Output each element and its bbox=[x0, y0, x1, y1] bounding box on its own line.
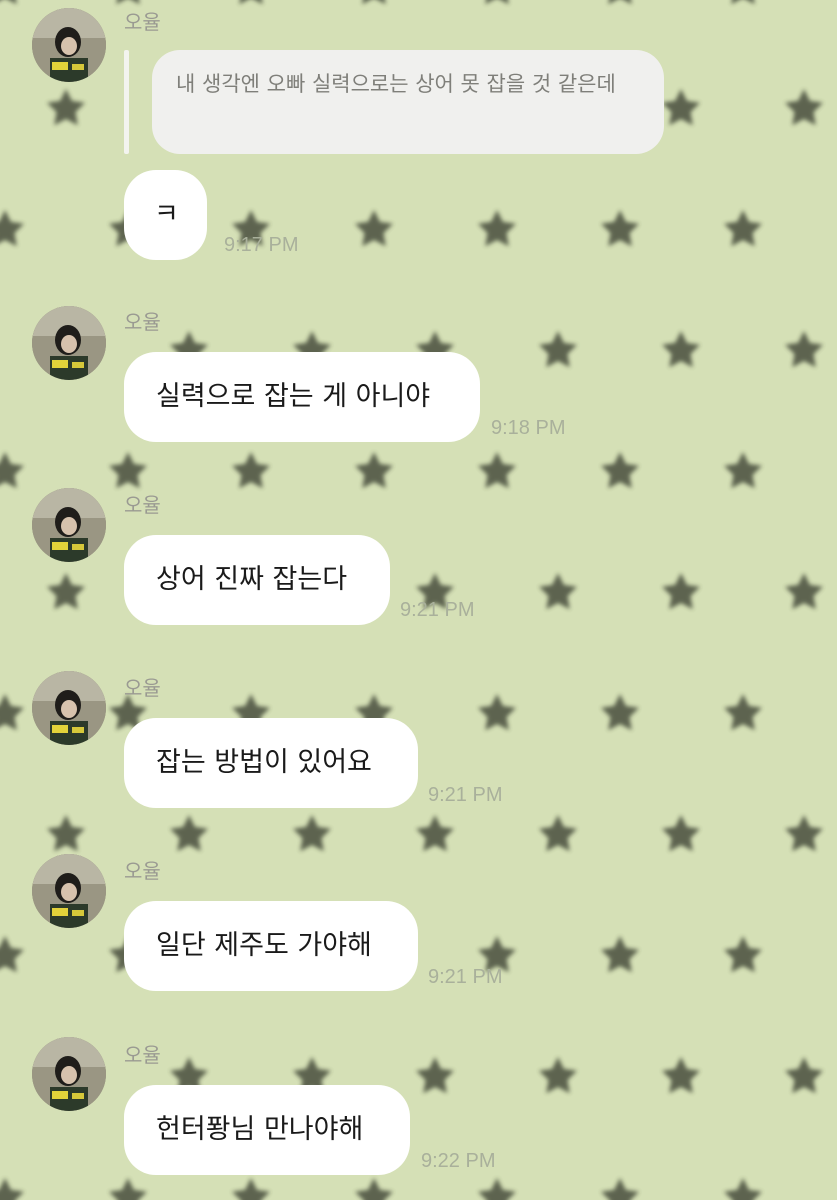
star-decoration bbox=[785, 89, 823, 126]
star-decoration bbox=[0, 936, 24, 973]
message-text: ㅋ bbox=[154, 199, 179, 230]
star-decoration bbox=[601, 1178, 639, 1200]
star-decoration bbox=[0, 210, 24, 247]
star-decoration bbox=[478, 452, 516, 489]
sender-avatar[interactable] bbox=[32, 488, 106, 562]
star-decoration bbox=[662, 331, 700, 368]
star-decoration bbox=[355, 1178, 393, 1200]
message-text: 일단 제주도 가야해 bbox=[156, 930, 372, 961]
profile-photo bbox=[32, 488, 106, 562]
message-bubble[interactable]: 실력으로 잡는 게 아니야 bbox=[124, 352, 480, 442]
sender-avatar[interactable] bbox=[32, 8, 106, 82]
star-decoration bbox=[601, 210, 639, 247]
star-decoration bbox=[662, 89, 700, 126]
sender-avatar[interactable] bbox=[32, 306, 106, 380]
message-bubble[interactable]: 잡는 방법이 있어요 bbox=[124, 718, 418, 808]
star-decoration bbox=[601, 694, 639, 731]
message-timestamp: 9:17 PM bbox=[224, 234, 299, 256]
star-decoration bbox=[109, 1178, 147, 1200]
star-decoration bbox=[478, 0, 516, 5]
star-decoration bbox=[109, 452, 147, 489]
profile-photo bbox=[32, 306, 106, 380]
star-decoration bbox=[785, 573, 823, 610]
star-decoration bbox=[785, 1057, 823, 1094]
star-decoration bbox=[355, 452, 393, 489]
star-decoration bbox=[724, 936, 762, 973]
star-decoration bbox=[109, 0, 147, 5]
message-bubble[interactable]: 일단 제주도 가야해 bbox=[124, 901, 418, 991]
star-decoration bbox=[601, 0, 639, 5]
star-decoration bbox=[662, 1057, 700, 1094]
message-text: 헌터퐝님 만나야해 bbox=[156, 1114, 364, 1145]
sender-avatar[interactable] bbox=[32, 671, 106, 745]
star-decoration bbox=[478, 1178, 516, 1200]
sender-name: 오율 bbox=[124, 1043, 161, 1067]
star-decoration bbox=[724, 1178, 762, 1200]
star-decoration bbox=[232, 1178, 270, 1200]
star-decoration bbox=[47, 815, 85, 852]
star-decoration bbox=[724, 694, 762, 731]
message-bubble[interactable]: 상어 진짜 잡는다 bbox=[124, 535, 390, 625]
star-decoration bbox=[478, 694, 516, 731]
sender-name: 오율 bbox=[124, 10, 161, 34]
message-bubble[interactable]: 헌터퐝님 만나야해 bbox=[124, 1085, 410, 1175]
star-decoration bbox=[0, 452, 24, 489]
star-decoration bbox=[478, 210, 516, 247]
star-decoration bbox=[232, 0, 270, 5]
star-decoration bbox=[293, 815, 331, 852]
sender-name: 오율 bbox=[124, 676, 161, 700]
star-decoration bbox=[785, 331, 823, 368]
reply-quote[interactable]: 내 생각엔 오빠 실력으로는 상어 못 잡을 것 같은데 bbox=[152, 50, 664, 154]
sender-avatar[interactable] bbox=[32, 1037, 106, 1111]
star-decoration bbox=[539, 573, 577, 610]
sender-name: 오율 bbox=[124, 310, 161, 334]
star-decoration bbox=[539, 1057, 577, 1094]
star-decoration bbox=[724, 0, 762, 5]
star-decoration bbox=[662, 573, 700, 610]
reply-quote-bar bbox=[124, 50, 129, 154]
star-decoration bbox=[47, 573, 85, 610]
star-decoration bbox=[539, 331, 577, 368]
star-decoration bbox=[355, 0, 393, 5]
star-decoration bbox=[0, 1178, 24, 1200]
star-decoration bbox=[724, 210, 762, 247]
message-timestamp: 9:22 PM bbox=[421, 1150, 496, 1172]
message-text: 잡는 방법이 있어요 bbox=[156, 747, 372, 778]
sender-name: 오율 bbox=[124, 859, 161, 883]
message-text: 상어 진짜 잡는다 bbox=[156, 564, 348, 595]
message-timestamp: 9:21 PM bbox=[400, 599, 475, 621]
profile-photo bbox=[32, 671, 106, 745]
star-decoration bbox=[539, 815, 577, 852]
star-decoration bbox=[601, 936, 639, 973]
star-decoration bbox=[0, 0, 24, 5]
star-decoration bbox=[785, 815, 823, 852]
star-decoration bbox=[416, 815, 454, 852]
message-timestamp: 9:21 PM bbox=[428, 966, 503, 988]
sender-name: 오율 bbox=[124, 493, 161, 517]
profile-photo bbox=[32, 8, 106, 82]
sender-avatar[interactable] bbox=[32, 854, 106, 928]
star-decoration bbox=[724, 452, 762, 489]
star-decoration bbox=[47, 89, 85, 126]
message-timestamp: 9:21 PM bbox=[428, 784, 503, 806]
profile-photo bbox=[32, 854, 106, 928]
star-decoration bbox=[170, 815, 208, 852]
star-decoration bbox=[601, 452, 639, 489]
star-decoration bbox=[355, 210, 393, 247]
star-decoration bbox=[416, 1057, 454, 1094]
star-decoration bbox=[232, 452, 270, 489]
profile-photo bbox=[32, 1037, 106, 1111]
star-decoration bbox=[0, 694, 24, 731]
message-bubble[interactable]: ㅋ bbox=[124, 170, 207, 260]
message-timestamp: 9:18 PM bbox=[491, 417, 566, 439]
message-text: 실력으로 잡는 게 아니야 bbox=[156, 381, 431, 412]
star-decoration bbox=[662, 815, 700, 852]
